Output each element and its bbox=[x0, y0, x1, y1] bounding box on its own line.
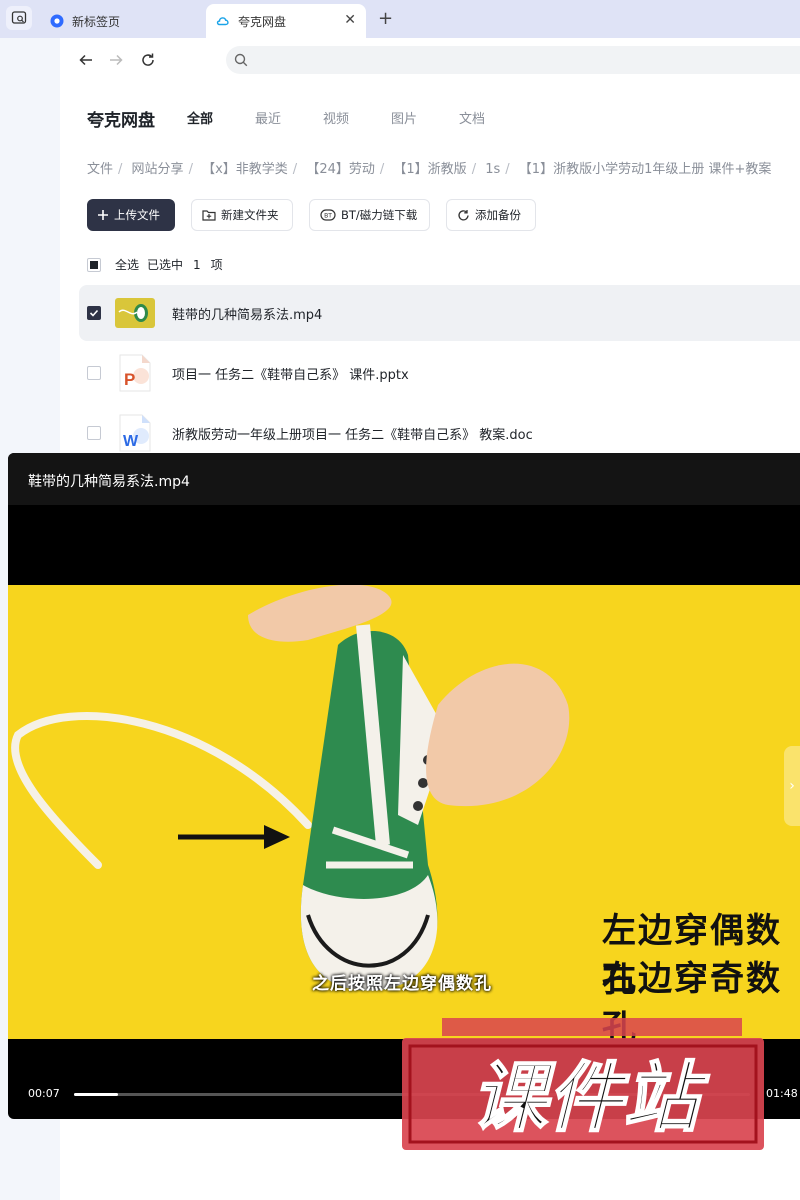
file-checkbox[interactable] bbox=[87, 306, 101, 320]
watermark-stamp: 课件站 bbox=[402, 1018, 764, 1150]
svg-text:BT: BT bbox=[324, 213, 332, 220]
nav-tab-image[interactable]: 图片 bbox=[391, 108, 417, 127]
forward-button[interactable] bbox=[106, 50, 126, 70]
add-backup-button[interactable]: 添加备份 bbox=[446, 199, 536, 231]
cloud-drive-icon bbox=[216, 14, 230, 28]
breadcrumb-item[interactable]: 【x】非教学类 bbox=[202, 162, 288, 177]
breadcrumb-item[interactable]: 文件 bbox=[87, 162, 113, 177]
tab-search-button[interactable] bbox=[6, 6, 32, 30]
file-checkbox[interactable] bbox=[87, 426, 101, 440]
breadcrumb-item[interactable]: 【24】劳动 bbox=[306, 162, 375, 177]
selected-unit: 项 bbox=[210, 258, 223, 272]
new-folder-button[interactable]: 新建文件夹 bbox=[191, 199, 293, 231]
upload-button[interactable]: 上传文件 bbox=[87, 199, 175, 231]
breadcrumb: 文件 / 网站分享 / 【x】非教学类 / 【24】劳动 / 【1】浙教版/ 1s / 【… bbox=[87, 162, 772, 177]
watermark-text: 课件站 bbox=[471, 1053, 710, 1142]
new-tab-button[interactable]: + bbox=[378, 8, 393, 29]
selected-count: 1 bbox=[193, 257, 201, 272]
file-name[interactable]: 项目一 任务二《鞋带自己系》 课件.pptx bbox=[172, 364, 409, 383]
video-subtitle: 之后按照左边穿偶数孔 bbox=[312, 974, 492, 994]
check-icon bbox=[89, 309, 99, 317]
svg-text:W: W bbox=[123, 433, 139, 450]
new-folder-label: 新建文件夹 bbox=[221, 208, 279, 222]
search-icon bbox=[234, 52, 248, 71]
select-all-label[interactable]: 全选 bbox=[115, 256, 139, 273]
bt-icon: BT bbox=[320, 209, 336, 221]
reload-button[interactable] bbox=[138, 50, 158, 70]
file-checkbox[interactable] bbox=[87, 366, 101, 380]
breadcrumb-current: 【1】浙教版小学劳动1年级上册 课件+教案 bbox=[518, 162, 772, 177]
back-button[interactable] bbox=[76, 50, 96, 70]
pptx-file-icon: P bbox=[115, 353, 155, 393]
svg-text:P: P bbox=[124, 370, 135, 389]
duration: 01:48 bbox=[766, 1087, 798, 1100]
video-frame[interactable]: 之后按照左边穿偶数孔 左边穿偶数孔 右边穿奇数孔 bbox=[8, 585, 800, 1039]
bt-download-button[interactable]: BT BT/磁力链下载 bbox=[309, 199, 430, 231]
doc-file-icon: W bbox=[115, 413, 155, 453]
nav-tab-video[interactable]: 视频 bbox=[323, 108, 349, 127]
browser-logo-icon bbox=[50, 14, 64, 28]
player-title: 鞋带的几种简易系法.mp4 bbox=[28, 474, 190, 490]
tab-new-tab[interactable]: 新标签页 bbox=[44, 4, 204, 38]
breadcrumb-item[interactable]: 1s bbox=[485, 162, 500, 177]
file-name[interactable]: 鞋带的几种简易系法.mp4 bbox=[172, 304, 322, 323]
close-tab-icon[interactable]: ✕ bbox=[344, 12, 356, 28]
app-brand: 夸克网盘 bbox=[87, 111, 155, 131]
selected-text: 已选中 bbox=[147, 258, 184, 272]
file-row[interactable]: 鞋带的几种简易系法.mp4 bbox=[79, 285, 800, 341]
folder-plus-icon bbox=[202, 209, 216, 221]
add-backup-label: 添加备份 bbox=[475, 208, 521, 222]
breadcrumb-item[interactable]: 【1】浙教版 bbox=[393, 162, 466, 177]
nav-tab-all[interactable]: 全部 bbox=[187, 108, 213, 127]
file-name[interactable]: 浙教版劳动一年级上册项目一 任务二《鞋带自己系》 教案.doc bbox=[172, 424, 533, 443]
progress-fill bbox=[74, 1093, 118, 1096]
arrow-right-icon bbox=[110, 54, 123, 66]
file-row[interactable]: P 项目一 任务二《鞋带自己系》 课件.pptx bbox=[79, 345, 800, 401]
current-time: 00:07 bbox=[28, 1087, 60, 1100]
reload-icon bbox=[142, 53, 154, 66]
tab-quark-drive[interactable]: 夸克网盘 ✕ bbox=[206, 4, 366, 38]
select-all-checkbox[interactable] bbox=[87, 257, 101, 272]
url-input[interactable] bbox=[226, 46, 800, 74]
nav-tab-recent[interactable]: 最近 bbox=[255, 108, 281, 127]
bt-download-label: BT/磁力链下载 bbox=[341, 208, 418, 222]
next-arrow-button[interactable]: › bbox=[784, 746, 800, 826]
breadcrumb-item[interactable]: 网站分享 bbox=[132, 162, 184, 177]
chevron-right-icon: › bbox=[789, 778, 795, 794]
tab-search-icon bbox=[11, 11, 27, 24]
tab-label: 夸克网盘 bbox=[238, 14, 287, 29]
video-thumbnail bbox=[115, 293, 155, 333]
address-bar bbox=[60, 38, 800, 82]
browser-tab-strip: 新标签页 夸克网盘 ✕ + bbox=[0, 0, 800, 38]
tab-label: 新标签页 bbox=[72, 14, 121, 29]
sync-icon bbox=[457, 209, 470, 222]
upload-label: 上传文件 bbox=[114, 208, 160, 222]
plus-icon bbox=[97, 209, 109, 221]
nav-tab-document[interactable]: 文档 bbox=[459, 108, 485, 127]
selection-bar: 全选 已选中 1 项 bbox=[87, 256, 223, 273]
arrow-left-icon bbox=[79, 54, 92, 66]
